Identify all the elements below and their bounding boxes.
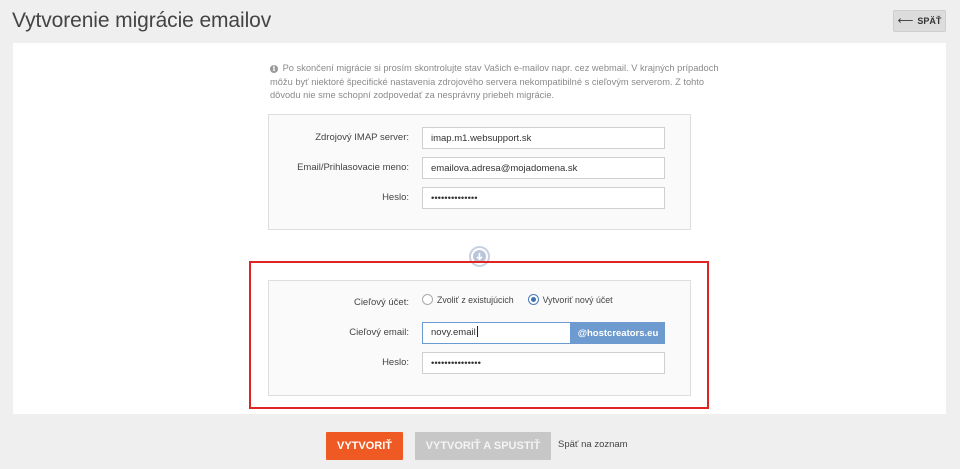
target-password-row: Heslo: (269, 352, 690, 374)
target-account-row: Cieľový účet: Zvoliť z existujúcich Vytv… (269, 292, 690, 314)
email-domain-addon: @hostcreators.eu (571, 322, 665, 344)
target-email-row: Cieľový email: novy.email @hostcreators.… (269, 322, 690, 344)
back-to-list-link-suffix: na zoznam (578, 439, 628, 450)
info-icon: i (270, 65, 278, 73)
target-email-label: Cieľový email: (349, 327, 409, 338)
target-email-input[interactable]: novy.email (422, 322, 571, 344)
target-email-group: novy.email @hostcreators.eu (422, 322, 665, 344)
back-button[interactable]: ⟵ SPÄŤ (893, 10, 946, 32)
target-account-label: Cieľový účet: (353, 297, 409, 308)
target-email-value: novy.email (431, 327, 476, 338)
imap-server-row: Zdrojový IMAP server: (269, 127, 690, 149)
login-input[interactable] (422, 157, 665, 179)
radio-create-new-circle[interactable] (527, 294, 539, 305)
login-label: Email/Prihlasovacie meno: (297, 162, 409, 173)
back-to-list-link[interactable]: Späť na zoznam (558, 439, 628, 450)
login-row: Email/Prihlasovacie meno: (269, 157, 690, 179)
target-password-label: Heslo: (382, 357, 409, 368)
source-password-label: Heslo: (382, 192, 409, 203)
source-password-input[interactable] (422, 187, 665, 209)
page-title: Vytvorenie migrácie emailov (12, 9, 272, 32)
back-to-list-link-prefix: Späť (558, 439, 579, 450)
migration-form-panel: i Po skončení migrácie si prosím skontro… (13, 43, 946, 414)
back-button-label: SPÄŤ (917, 16, 942, 26)
radio-choose-existing-circle[interactable] (422, 294, 433, 305)
text-caret (476, 326, 478, 337)
create-and-run-button[interactable]: VYTVORIŤ A SPUSTIŤ (415, 432, 551, 460)
source-server-box: Zdrojový IMAP server: Email/Prihlasovaci… (268, 114, 691, 230)
info-text: Po skončení migrácie si prosím skontrolu… (270, 63, 719, 100)
arrow-left-icon: ⟵ (897, 14, 914, 27)
imap-server-input[interactable] (422, 127, 665, 149)
target-account-options: Zvoliť z existujúcich Vytvoriť nový účet (422, 294, 613, 305)
create-button[interactable]: VYTVORIŤ (326, 432, 403, 460)
radio-choose-existing-label: Zvoliť z existujúcich (437, 294, 514, 305)
radio-create-new-label: Vytvoriť nový účet (542, 294, 613, 305)
info-notice: i Po skončení migrácie si prosím skontro… (270, 62, 720, 103)
source-password-row: Heslo: (269, 187, 690, 209)
target-password-input[interactable] (422, 352, 665, 374)
imap-server-label: Zdrojový IMAP server: (315, 132, 409, 143)
radio-choose-existing[interactable]: Zvoliť z existujúcich (422, 294, 514, 305)
radio-create-new[interactable]: Vytvoriť nový účet (527, 294, 613, 305)
target-account-box: Cieľový účet: Zvoliť z existujúcich Vytv… (268, 280, 691, 396)
